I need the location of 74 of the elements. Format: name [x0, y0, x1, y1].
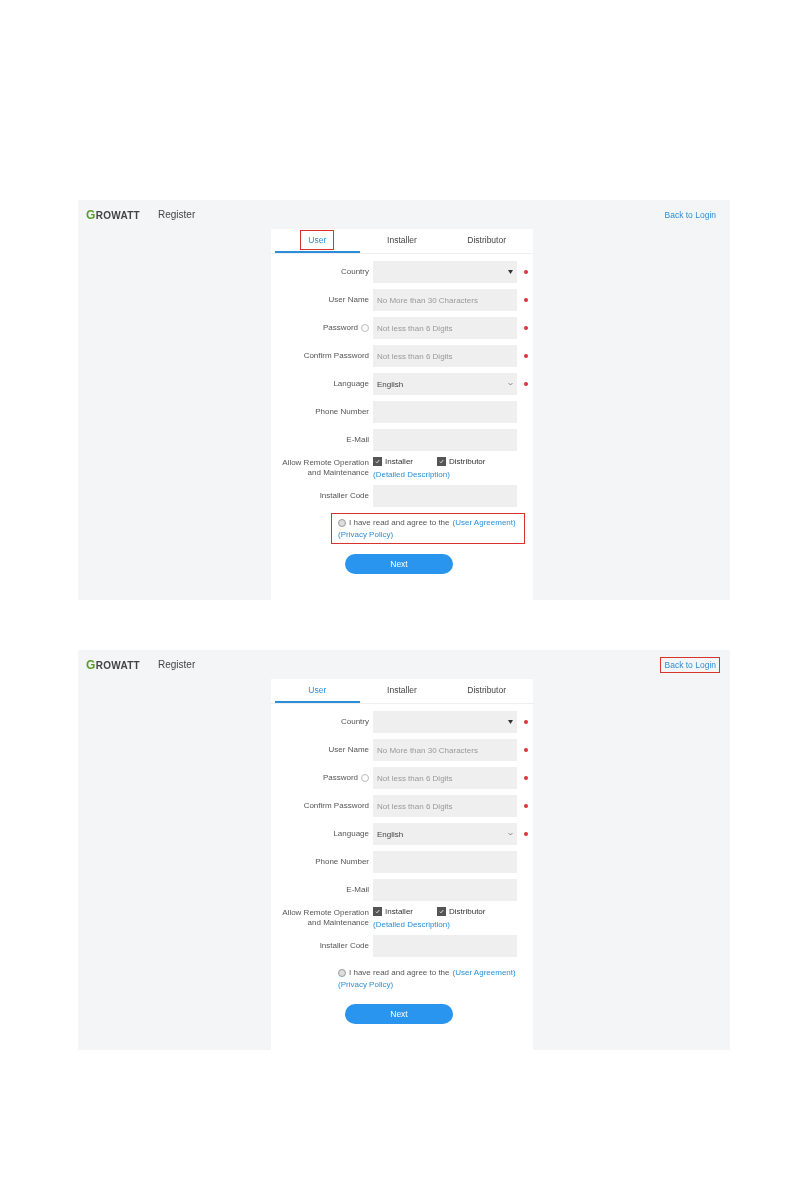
field-label: Phone Number	[314, 857, 369, 867]
tab[interactable]: User	[275, 679, 360, 703]
agreement-link[interactable]: (Privacy Policy)	[338, 530, 394, 539]
back-to-login-link[interactable]: Back to Login	[660, 656, 720, 673]
back-to-login-link[interactable]: Back to Login	[660, 206, 720, 223]
checkbox[interactable]	[437, 457, 446, 466]
tab[interactable]: Distributor	[444, 679, 529, 703]
chevron-icon	[508, 382, 513, 386]
checkmark-icon	[375, 909, 380, 914]
field-label: Allow Remote Operation and Maintenance	[281, 458, 369, 478]
field-label: Language	[332, 829, 369, 839]
logo: GROWATT	[86, 657, 142, 672]
checkbox-label: Distributor	[449, 907, 486, 916]
page-title: Register	[158, 209, 197, 220]
checkbox-label: Distributor	[449, 457, 486, 466]
checkmark-icon	[439, 909, 444, 914]
tab[interactable]: User	[275, 229, 360, 253]
checkmark-icon	[375, 459, 380, 464]
field-label: Installer Code	[318, 941, 369, 951]
tab-label: User	[307, 684, 328, 697]
input-field[interactable]: Not less than 6 Digits	[373, 767, 517, 789]
field-label: E-Mail	[345, 885, 369, 895]
field-label: Password	[277, 323, 369, 333]
checkbox-label: Installer	[385, 457, 413, 466]
tab[interactable]: Installer	[359, 229, 445, 253]
field-label: Installer Code	[318, 491, 369, 501]
agreement-text: I have read and agree to the	[349, 518, 450, 527]
checkbox[interactable]	[373, 457, 382, 466]
next-button[interactable]: Next	[345, 1004, 453, 1024]
dropdown-arrow-icon	[508, 720, 513, 724]
field-label: Confirm Password	[302, 351, 369, 361]
tab-label: Distributor	[466, 234, 507, 247]
country-select[interactable]	[373, 261, 517, 283]
field-label: Country	[340, 267, 369, 277]
checkbox[interactable]	[373, 907, 382, 916]
field-label: Phone Number	[314, 407, 369, 417]
tab-label: Distributor	[466, 684, 507, 697]
agreement-link[interactable]: (Privacy Policy)	[338, 980, 394, 989]
input-field[interactable]: Not less than 6 Digits	[373, 317, 517, 339]
field-label: Country	[340, 717, 369, 727]
checkbox-label: Installer	[385, 907, 413, 916]
chevron-icon	[508, 832, 513, 836]
dropdown-arrow-icon	[508, 270, 513, 274]
field-label: Allow Remote Operation and Maintenance	[281, 908, 369, 928]
input-field[interactable]: Not less than 6 Digits	[373, 345, 517, 367]
field-label: E-Mail	[345, 435, 369, 445]
field-label: Language	[332, 379, 369, 389]
language-select[interactable]: English	[373, 823, 517, 845]
agreement-link[interactable]: (User Agreement)	[452, 968, 516, 977]
language-select[interactable]: English	[373, 373, 517, 395]
field-label: Confirm Password	[302, 801, 369, 811]
field-label: Password	[277, 773, 369, 783]
page-title: Register	[158, 659, 197, 670]
input-field[interactable]: Not less than 6 Digits	[373, 795, 517, 817]
agreement-text: I have read and agree to the	[349, 968, 450, 977]
tab-label: Installer	[386, 234, 418, 247]
tab[interactable]: Installer	[359, 679, 445, 703]
tab-label: Installer	[386, 684, 418, 697]
agree-radio[interactable]	[338, 968, 346, 977]
checkbox[interactable]	[437, 907, 446, 916]
checkmark-icon	[439, 459, 444, 464]
detailed-description-link[interactable]: (Detailed Description)	[373, 920, 531, 929]
field-label: User Name	[327, 295, 369, 305]
detailed-description-link[interactable]: (Detailed Description)	[373, 470, 531, 479]
logo: GROWATT	[86, 207, 142, 222]
country-select[interactable]	[373, 711, 517, 733]
tab[interactable]: Distributor	[444, 229, 529, 253]
next-button[interactable]: Next	[345, 554, 453, 574]
input-field[interactable]: No More than 30 Characters	[373, 739, 517, 761]
input-field[interactable]: No More than 30 Characters	[373, 289, 517, 311]
agree-radio[interactable]	[338, 518, 346, 527]
agreement-link[interactable]: (User Agreement)	[452, 518, 516, 527]
tab-label: User	[300, 230, 335, 250]
field-label: User Name	[327, 745, 369, 755]
